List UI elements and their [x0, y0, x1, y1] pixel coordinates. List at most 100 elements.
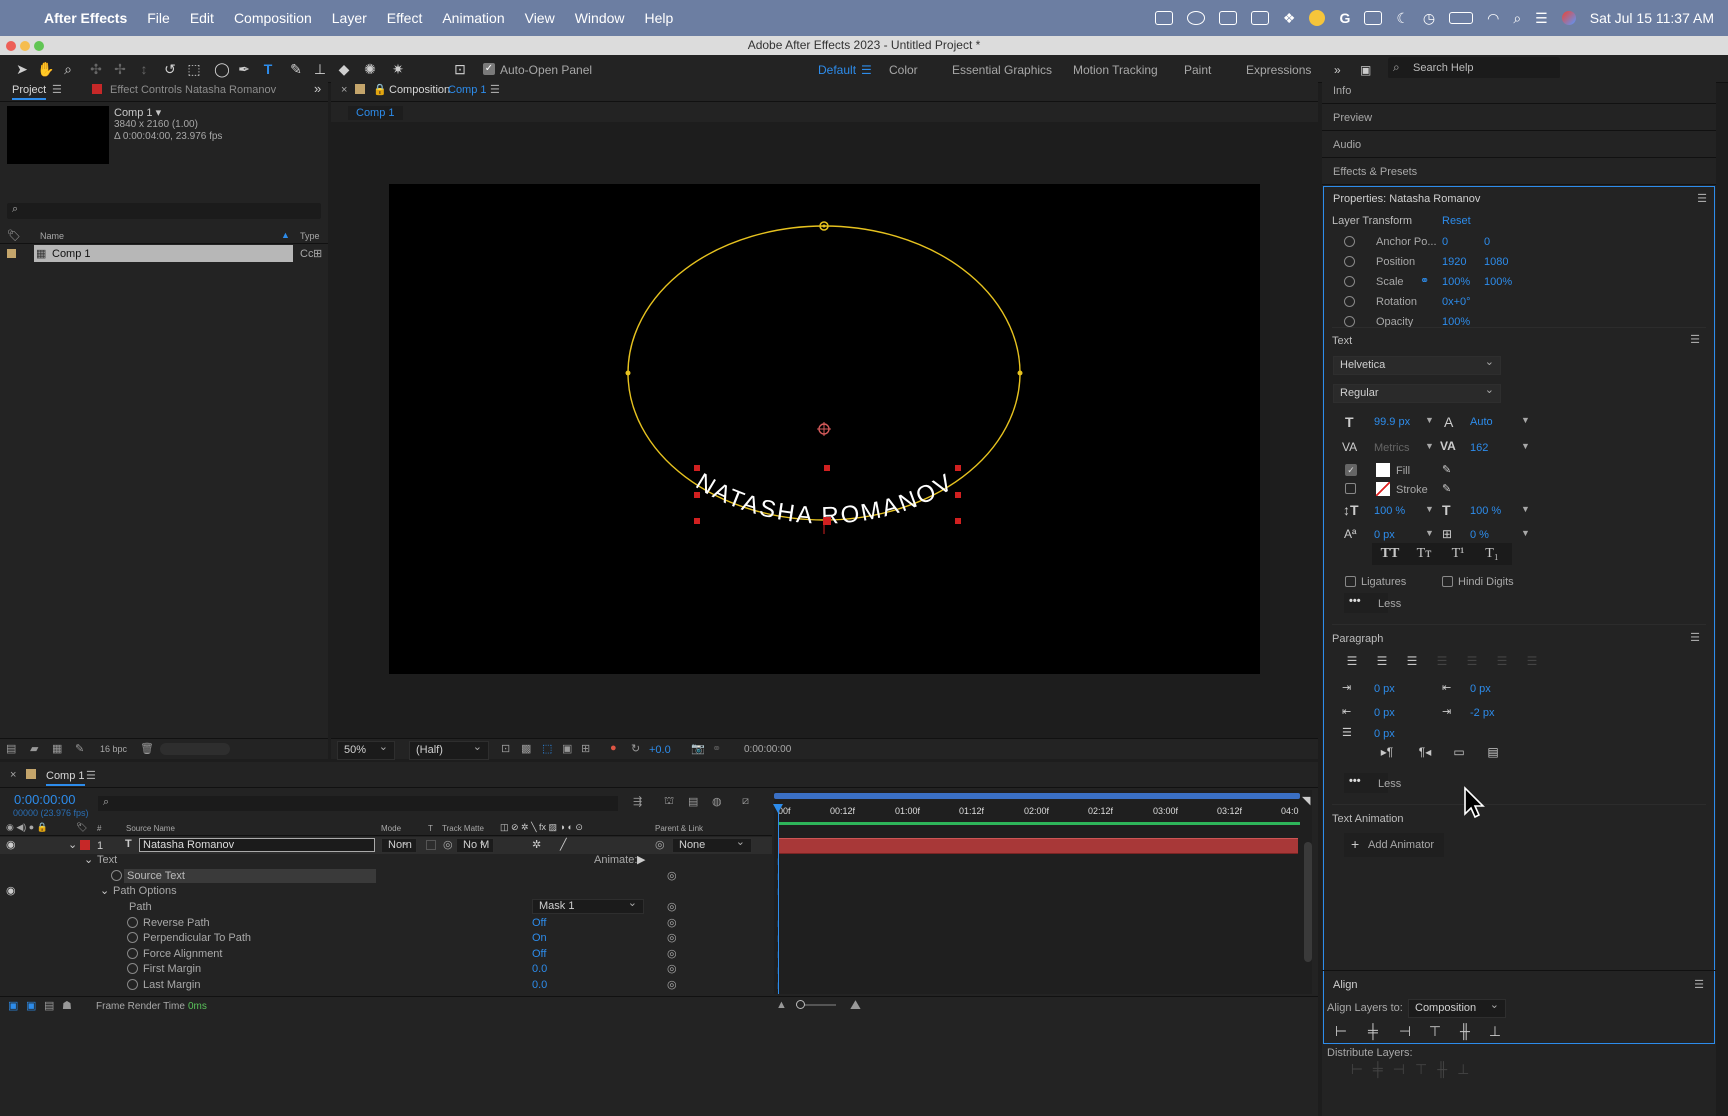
- project-search-input[interactable]: ⌕: [7, 203, 321, 219]
- search-icon[interactable]: ⌕: [1513, 10, 1521, 27]
- align-bottom-edges-button[interactable]: ⊥: [1484, 1023, 1506, 1040]
- vertical-scale-dropdown-icon[interactable]: ▼: [1425, 504, 1434, 514]
- reset-transform-button[interactable]: Reset: [1442, 215, 1471, 227]
- workspace-color[interactable]: Color: [889, 63, 918, 77]
- fill-eyedropper-icon[interactable]: ✎: [1442, 463, 1451, 476]
- layer-twirl-icon[interactable]: ⌄: [68, 838, 77, 851]
- dropbox-icon[interactable]: ❖: [1283, 10, 1296, 27]
- anchor-y-value[interactable]: 0: [1484, 236, 1490, 248]
- stroke-swatch[interactable]: [1376, 482, 1390, 496]
- ligatures-checkbox[interactable]: [1345, 576, 1356, 587]
- lock-icon[interactable]: 🔒: [373, 83, 387, 96]
- grid-guides-icon[interactable]: ⊞: [581, 742, 590, 755]
- expression-pickwhip-icon[interactable]: ◎: [667, 947, 677, 960]
- zoom-window-button[interactable]: [34, 41, 44, 51]
- expression-pickwhip-icon[interactable]: ◎: [667, 931, 677, 944]
- info-panel-tab[interactable]: Info: [1322, 78, 1716, 104]
- composition-tab-name[interactable]: Comp 1: [448, 84, 487, 96]
- comp-viewer[interactable]: NATASHA ROMANOV: [389, 184, 1260, 674]
- handle-bl[interactable]: [694, 518, 700, 524]
- eraser-tool-icon[interactable]: ◆: [336, 61, 352, 77]
- trash-icon[interactable]: 🗑: [140, 742, 154, 755]
- parent-pickwhip-icon[interactable]: ◎: [655, 838, 665, 851]
- playhead-handle[interactable]: [773, 804, 783, 813]
- text-menu-icon[interactable]: ☰: [1690, 333, 1700, 346]
- transparency-grid-icon[interactable]: ▩: [521, 742, 531, 755]
- expression-pickwhip-icon[interactable]: ◎: [667, 869, 677, 882]
- timeline-menu-icon[interactable]: ☰: [86, 769, 96, 782]
- exposure-value[interactable]: +0.0: [649, 744, 671, 756]
- handle-tm[interactable]: [824, 465, 830, 471]
- new-composition-icon[interactable]: ▦: [52, 742, 62, 755]
- keyframe-marker[interactable]: I: [777, 857, 780, 867]
- zoom-slider-handle[interactable]: [796, 1000, 805, 1009]
- subscript-button[interactable]: T₁: [1476, 546, 1508, 562]
- tsume-dropdown-icon[interactable]: ▼: [1521, 528, 1530, 538]
- timeline-zoom-slider[interactable]: [796, 1000, 836, 1009]
- column-name[interactable]: Name: [40, 231, 64, 241]
- font-style-dropdown[interactable]: Regular: [1333, 382, 1501, 403]
- adjust-icon[interactable]: ✎: [75, 742, 84, 755]
- kerning-dropdown-icon[interactable]: ▼: [1425, 441, 1434, 451]
- snapshot-icon[interactable]: 📷: [691, 742, 705, 755]
- draft-3d-icon[interactable]: ⛫: [664, 795, 674, 809]
- justify-last-right-button[interactable]: ☰: [1490, 654, 1514, 668]
- comp-flowchart-icon[interactable]: ⇶: [633, 795, 642, 808]
- stopwatch-icon[interactable]: [1344, 276, 1355, 287]
- interpret-footage-icon[interactable]: ▤: [6, 742, 16, 755]
- mask-visibility-icon[interactable]: ⬚: [542, 742, 552, 755]
- window-icon[interactable]: [1364, 11, 1383, 25]
- battery-icon[interactable]: [1449, 12, 1474, 24]
- align-vertical-center-button[interactable]: ╫: [1454, 1023, 1476, 1039]
- close-tab-icon[interactable]: ×: [341, 84, 347, 96]
- justify-all-button[interactable]: ☰: [1520, 654, 1544, 668]
- type-tool-icon[interactable]: T: [260, 61, 276, 77]
- timeline-scrollbar[interactable]: [1304, 842, 1312, 962]
- comp-canvas[interactable]: NATASHA ROMANOV: [389, 184, 1260, 674]
- vertical-scale-value[interactable]: 100 %: [1374, 505, 1405, 517]
- app-menu[interactable]: After Effects: [44, 10, 127, 26]
- auto-open-checkbox[interactable]: ✓: [483, 63, 495, 75]
- leading-value[interactable]: Auto: [1470, 416, 1493, 428]
- hindi-digits-checkbox[interactable]: [1442, 576, 1453, 587]
- layer-search-input[interactable]: ⌕: [98, 796, 618, 811]
- space-before-value[interactable]: 0 px: [1470, 683, 1491, 695]
- font-family-dropdown[interactable]: Helvetica: [1333, 354, 1501, 375]
- menubar-clock[interactable]: Sat Jul 15 11:37 AM: [1590, 10, 1714, 26]
- align-left-button[interactable]: ☰: [1340, 654, 1364, 668]
- workspace-paint[interactable]: Paint: [1184, 63, 1211, 77]
- constrain-proportions-icon[interactable]: ⚭: [1420, 274, 1429, 287]
- justify-last-left-button[interactable]: ☰: [1430, 654, 1454, 668]
- stroke-eyedropper-icon[interactable]: ✎: [1442, 482, 1451, 495]
- ltr-direction-button[interactable]: ▸¶: [1372, 745, 1402, 759]
- superscript-button[interactable]: T¹: [1442, 546, 1474, 562]
- shy-layers-icon[interactable]: ▤: [688, 795, 698, 808]
- project-item-name[interactable]: Comp 1 ▾: [114, 106, 161, 119]
- all-caps-button[interactable]: TT: [1374, 546, 1406, 562]
- column-type[interactable]: Type: [300, 231, 320, 241]
- tracking-dropdown-icon[interactable]: ▼: [1521, 441, 1530, 451]
- menu-window[interactable]: Window: [575, 10, 625, 26]
- expression-pickwhip-icon[interactable]: ◎: [667, 900, 677, 913]
- show-snapshot-icon[interactable]: ⚭: [712, 742, 721, 755]
- handle-tr[interactable]: [955, 465, 961, 471]
- property-text[interactable]: ⌄ Text Animate: ▶: [0, 853, 772, 868]
- leading-dropdown-icon[interactable]: ▼: [1521, 415, 1530, 425]
- app-icon-yellow[interactable]: [1309, 10, 1326, 26]
- expression-pickwhip-icon[interactable]: ◎: [667, 916, 677, 929]
- menu-file[interactable]: File: [147, 10, 170, 26]
- baseline-shift-value[interactable]: 0 px: [1374, 529, 1395, 541]
- new-folder-icon[interactable]: ▰: [30, 742, 38, 755]
- work-area-bar[interactable]: [774, 793, 1300, 799]
- zoom-in-icon[interactable]: ⛰: [850, 997, 861, 1013]
- twirl-icon[interactable]: ⌄: [84, 853, 93, 866]
- flowchart-icon[interactable]: ⊞: [313, 247, 322, 260]
- align-top-edges-button[interactable]: ⊤: [1424, 1023, 1446, 1040]
- puppet-tool-icon[interactable]: ✷: [390, 61, 406, 77]
- clone-stamp-tool-icon[interactable]: ⊥: [312, 61, 328, 77]
- property-force-alignment[interactable]: Force Alignment Off ◎: [0, 946, 772, 962]
- sort-ascending-icon[interactable]: ▲: [281, 230, 290, 240]
- project-menu-icon[interactable]: ☰: [52, 83, 62, 96]
- position-y-value[interactable]: 1080: [1484, 256, 1508, 268]
- menu-edit[interactable]: Edit: [190, 10, 214, 26]
